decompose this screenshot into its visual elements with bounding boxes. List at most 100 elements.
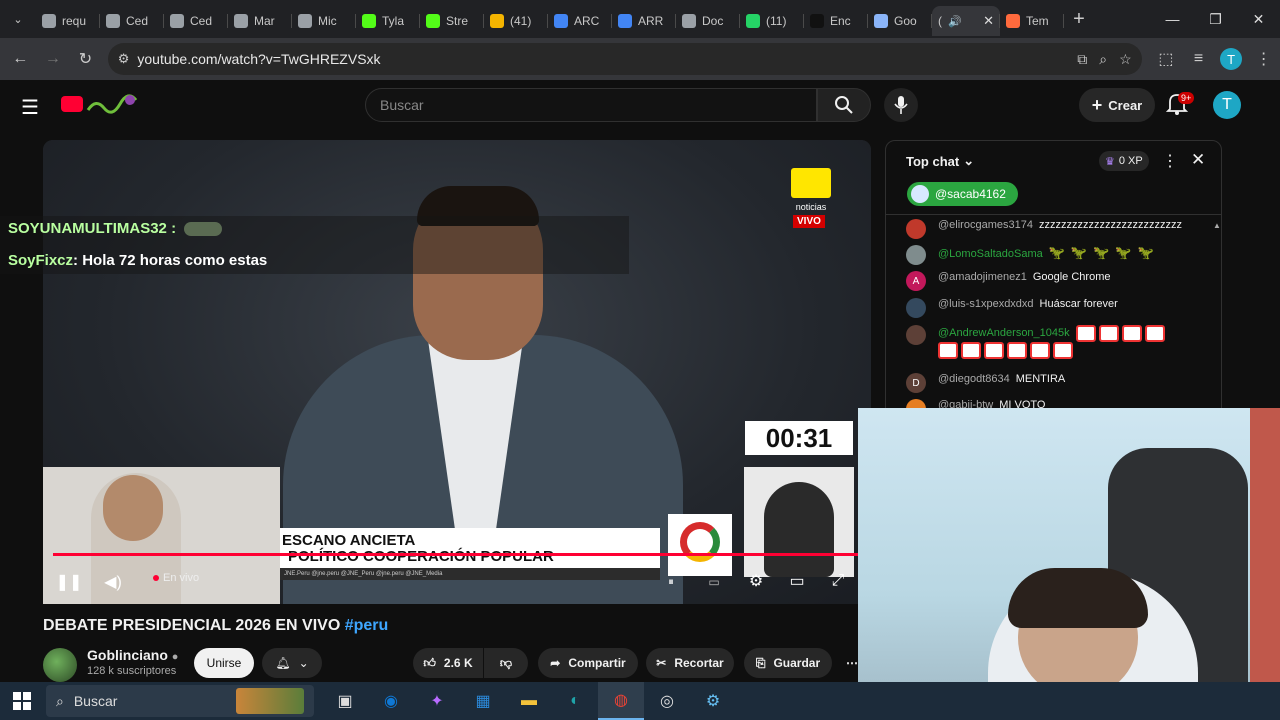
chat-author[interactable]: @AndrewAnderson_1045k bbox=[938, 327, 1070, 339]
chat-message[interactable]: @elirocgames3174 zzzzzzzzzzzzzzzzzzzzzzzz… bbox=[906, 219, 1182, 239]
forward-icon[interactable]: → bbox=[37, 42, 70, 76]
files-icon[interactable]: ▬ bbox=[506, 682, 552, 720]
chat-avatar[interactable] bbox=[906, 245, 926, 265]
create-button[interactable]: + Crear bbox=[1079, 88, 1155, 122]
progress-bar[interactable] bbox=[53, 553, 861, 556]
browser-tab[interactable]: ARC bbox=[548, 6, 612, 36]
edge-icon[interactable]: ◐ bbox=[552, 682, 598, 720]
xp-badge[interactable]: ♛ 0 XP bbox=[1099, 151, 1149, 171]
profile-button[interactable]: T bbox=[1215, 42, 1248, 76]
chat-avatar[interactable] bbox=[906, 219, 926, 239]
chat-author[interactable]: @amadojimenez1 bbox=[938, 271, 1027, 283]
start-button[interactable] bbox=[0, 692, 44, 710]
browser-tab[interactable]: Ced bbox=[100, 6, 164, 36]
minimize-icon[interactable]: — bbox=[1151, 11, 1194, 28]
fullscreen-icon[interactable]: ⤢ bbox=[827, 570, 849, 592]
account-avatar[interactable]: T bbox=[1213, 91, 1241, 119]
extensions-icon[interactable]: ⬚ bbox=[1150, 42, 1183, 76]
tab-search-button[interactable]: ⌄ bbox=[0, 0, 36, 38]
task-view-icon[interactable]: ▣ bbox=[322, 682, 368, 720]
steam-icon[interactable]: ⚙ bbox=[690, 682, 736, 720]
chat-author[interactable]: @elirocgames3174 bbox=[938, 219, 1033, 231]
share-label: Compartir bbox=[568, 656, 626, 670]
dislike-button[interactable]: 👎︎ bbox=[484, 648, 528, 678]
save-button[interactable]: ⎘ Guardar bbox=[744, 648, 832, 678]
browser-tab[interactable]: (11) bbox=[740, 6, 804, 36]
close-window-icon[interactable]: ✕ bbox=[1237, 11, 1280, 28]
chevron-down-icon[interactable]: ⌄ bbox=[963, 153, 974, 169]
new-tab-button[interactable]: + bbox=[1064, 8, 1094, 31]
browser-tab[interactable]: Tyla bbox=[356, 6, 420, 36]
store-icon[interactable]: ▦ bbox=[460, 682, 506, 720]
chat-close-icon[interactable]: ✕ bbox=[1191, 150, 1205, 170]
youtube-logo-icon[interactable] bbox=[61, 96, 83, 112]
like-button[interactable]: 👍︎ 2.6 K bbox=[413, 648, 483, 678]
chat-author[interactable]: @LomoSaltadoSama bbox=[938, 248, 1043, 260]
join-button[interactable]: Unirse bbox=[194, 648, 254, 678]
chat-message[interactable]: D @diegodt8634 MENTIRA bbox=[906, 373, 1065, 393]
channel-avatar[interactable] bbox=[43, 648, 77, 682]
speaker-icon[interactable]: 🔊 bbox=[948, 15, 962, 28]
chat-avatar[interactable]: A bbox=[906, 271, 926, 291]
site-info-icon[interactable]: ⚙ bbox=[118, 51, 130, 67]
browser-tab[interactable]: Mic bbox=[292, 6, 356, 36]
theater-mode-icon[interactable]: ▭ bbox=[785, 570, 809, 592]
browser-tab[interactable]: Goo bbox=[868, 6, 932, 36]
back-icon[interactable]: ← bbox=[4, 42, 37, 76]
chat-message[interactable]: @LomoSaltadoSama 🦖 🦖 🦖 🦖 🦖 bbox=[906, 245, 1160, 265]
tab-active[interactable]: ( 🔊 ✕ bbox=[932, 6, 1000, 36]
browser-tab[interactable]: requ bbox=[36, 6, 100, 36]
hamburger-menu-icon[interactable]: ☰ bbox=[21, 95, 39, 120]
chat-avatar[interactable] bbox=[906, 298, 926, 318]
video-hashtag[interactable]: #peru bbox=[345, 617, 389, 634]
chat-message[interactable]: @luis-s1xpexdxdxd Huáscar forever bbox=[906, 298, 1118, 318]
subtitles-icon[interactable]: ▭ bbox=[703, 572, 725, 592]
search-button[interactable] bbox=[817, 88, 871, 122]
voice-search-button[interactable] bbox=[884, 88, 918, 122]
settings-gear-icon[interactable]: ⚙ bbox=[745, 570, 767, 592]
taskbar-search-input[interactable]: ⌕ Buscar bbox=[46, 685, 314, 717]
pinned-user-chip[interactable]: @sacab4162 bbox=[907, 182, 1018, 206]
chat-menu-kebab-icon[interactable]: ⋮ bbox=[1162, 151, 1178, 171]
menu-kebab-icon[interactable]: ⋮ bbox=[1247, 42, 1280, 76]
browser-tab[interactable]: ARR bbox=[612, 6, 676, 36]
chrome-icon[interactable]: ◍ bbox=[598, 682, 644, 720]
browser-tab[interactable]: Mar bbox=[228, 6, 292, 36]
reload-icon[interactable]: ↻ bbox=[69, 42, 102, 76]
chat-avatar[interactable]: D bbox=[906, 373, 926, 393]
chat-avatar[interactable] bbox=[906, 325, 926, 345]
chat-message[interactable]: A @amadojimenez1 Google Chrome bbox=[906, 271, 1110, 291]
copilot-icon[interactable]: ✦ bbox=[414, 682, 460, 720]
browser-tab[interactable]: Ced bbox=[164, 6, 228, 36]
tab-temu[interactable]: Tem bbox=[1000, 6, 1064, 36]
clip-button[interactable]: ✂ Recortar bbox=[646, 648, 734, 678]
obs-icon[interactable]: ◎ bbox=[644, 682, 690, 720]
chat-author[interactable]: @luis-s1xpexdxdxd bbox=[938, 298, 1034, 310]
zoom-icon[interactable]: ⌕ bbox=[1099, 51, 1107, 68]
browser-tab[interactable]: Enc bbox=[804, 6, 868, 36]
subscription-notify-button[interactable]: 🔔︎ ⌄ bbox=[262, 648, 322, 678]
share-button[interactable]: ➦ Compartir bbox=[538, 648, 638, 678]
chat-message[interactable]: @AndrewAnderson_1045k bbox=[906, 325, 1188, 359]
volume-icon[interactable]: ◀) bbox=[101, 570, 125, 594]
install-app-icon[interactable]: ⧉ bbox=[1077, 51, 1087, 68]
chat-mode-selector[interactable]: Top chat bbox=[906, 154, 959, 169]
tab-close-icon[interactable]: ✕ bbox=[983, 13, 994, 29]
pause-icon[interactable]: ❚❚ bbox=[56, 570, 83, 594]
bookmark-star-icon[interactable]: ☆ bbox=[1119, 51, 1132, 68]
custom-doodle-logo[interactable] bbox=[86, 92, 138, 116]
browser-tab[interactable]: Doc bbox=[676, 6, 740, 36]
browser-tab[interactable]: Stre bbox=[420, 6, 484, 36]
video-player[interactable]: noticias VIVO 00:31 ESCANO ANCIETA POLÍT… bbox=[43, 140, 871, 604]
autoplay-toggle[interactable]: ⏸ bbox=[661, 572, 681, 592]
channel-name[interactable]: Goblinciano ● bbox=[87, 647, 178, 663]
address-bar[interactable]: ⚙ youtube.com/watch?v=TwGHREZVSxk ⧉ ⌕ ☆ bbox=[107, 43, 1142, 75]
restore-icon[interactable]: ❐ bbox=[1194, 11, 1237, 28]
browser-tab[interactable]: (41) bbox=[484, 6, 548, 36]
live-indicator[interactable]: En vivo bbox=[153, 572, 199, 584]
outlook-icon[interactable]: ◉ bbox=[368, 682, 414, 720]
search-input[interactable]: Buscar bbox=[365, 88, 817, 122]
chat-scroll-up-icon[interactable]: ▲ bbox=[1213, 221, 1221, 230]
media-controls-icon[interactable]: ≡ bbox=[1182, 42, 1215, 76]
chat-author[interactable]: @diegodt8634 bbox=[938, 373, 1010, 385]
